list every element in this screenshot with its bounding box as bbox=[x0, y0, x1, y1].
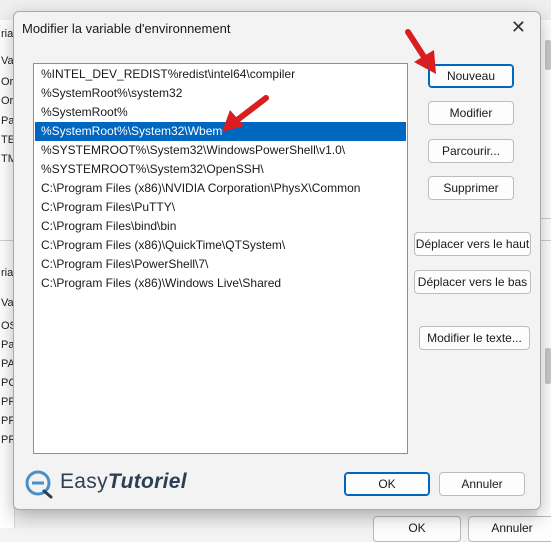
brand-suffix: Tutoriel bbox=[107, 470, 187, 493]
parent-cancel-button[interactable]: Annuler bbox=[468, 516, 551, 542]
parent-scrollbar[interactable] bbox=[545, 348, 551, 384]
path-list-item[interactable]: C:\Program Files\bind\bin bbox=[35, 217, 406, 236]
cancel-button[interactable]: Annuler bbox=[439, 472, 525, 496]
parent-divider bbox=[0, 240, 14, 241]
parent-fragment: Or bbox=[1, 76, 14, 88]
brand-prefix: Easy bbox=[60, 470, 108, 493]
watermark-text: EasyTutoriel bbox=[60, 470, 187, 494]
path-list-item[interactable]: C:\Program Files\PuTTY\ bbox=[35, 198, 406, 217]
parent-ok-button[interactable]: OK bbox=[373, 516, 461, 542]
path-list-item[interactable]: %INTEL_DEV_REDIST%redist\intel64\compile… bbox=[35, 65, 406, 84]
move-up-button[interactable]: Déplacer vers le haut bbox=[414, 232, 531, 256]
ok-button[interactable]: OK bbox=[344, 472, 430, 496]
edit-text-button[interactable]: Modifier le texte... bbox=[419, 326, 530, 350]
path-list-item[interactable]: %SYSTEMROOT%\System32\WindowsPowerShell\… bbox=[35, 141, 406, 160]
close-icon[interactable]: ✕ bbox=[511, 16, 526, 38]
parent-fragment: Va bbox=[1, 55, 14, 67]
easytutoriel-logo: EasyTutoriel bbox=[24, 467, 187, 499]
new-button[interactable]: Nouveau bbox=[428, 64, 514, 88]
parent-fragment: ria bbox=[1, 28, 14, 40]
parent-fragment: Or bbox=[1, 95, 14, 107]
move-down-button[interactable]: Déplacer vers le bas bbox=[414, 270, 531, 294]
parent-scrollbar[interactable] bbox=[545, 40, 551, 70]
edit-button[interactable]: Modifier bbox=[428, 101, 514, 125]
path-list-item[interactable]: %SystemRoot% bbox=[35, 103, 406, 122]
path-list-item[interactable]: %SystemRoot%\system32 bbox=[35, 84, 406, 103]
browse-button[interactable]: Parcourir... bbox=[428, 139, 514, 163]
path-list-item[interactable]: %SYSTEMROOT%\System32\OpenSSH\ bbox=[35, 160, 406, 179]
path-list-item[interactable]: C:\Program Files (x86)\QuickTime\QTSyste… bbox=[35, 236, 406, 255]
path-list-item[interactable]: %SystemRoot%\System32\Wbem bbox=[35, 122, 406, 141]
path-listbox[interactable]: %INTEL_DEV_REDIST%redist\intel64\compile… bbox=[33, 63, 408, 454]
path-list-item[interactable]: C:\Program Files (x86)\Windows Live\Shar… bbox=[35, 274, 406, 293]
edit-env-variable-dialog: Modifier la variable d'environnement ✕ %… bbox=[13, 11, 541, 510]
path-list-item[interactable]: C:\Program Files\PowerShell\7\ bbox=[35, 255, 406, 274]
easytutoriel-logo-icon bbox=[25, 470, 53, 499]
parent-fragment: ria bbox=[1, 267, 14, 279]
path-list-item[interactable]: C:\Program Files (x86)\NVIDIA Corporatio… bbox=[35, 179, 406, 198]
dialog-title: Modifier la variable d'environnement bbox=[22, 21, 231, 36]
delete-button[interactable]: Supprimer bbox=[428, 176, 514, 200]
parent-fragment: Va bbox=[1, 297, 14, 309]
